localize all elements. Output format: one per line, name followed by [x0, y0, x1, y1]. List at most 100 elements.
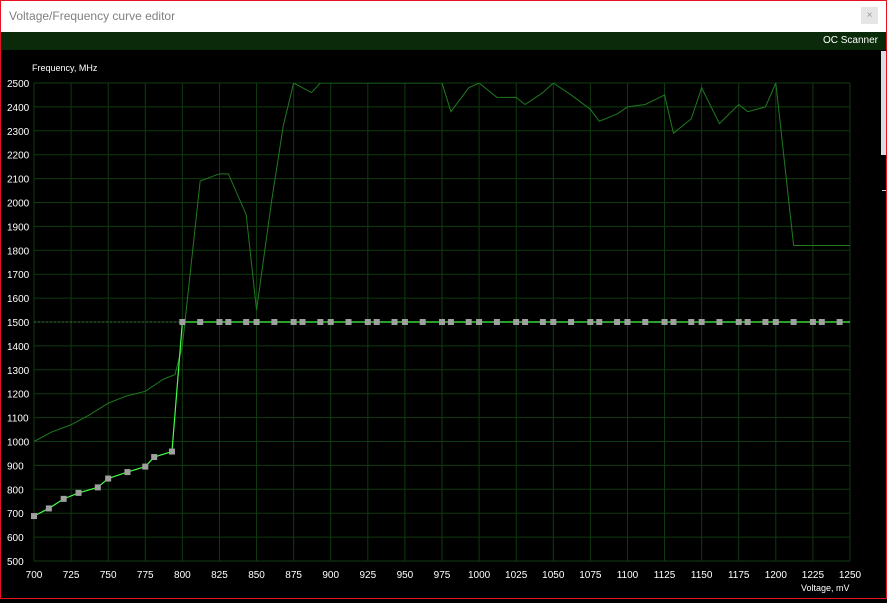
vf-curve-point[interactable] — [60, 495, 67, 502]
vf-curve-point[interactable] — [105, 475, 112, 482]
vf-curve-point[interactable] — [550, 319, 557, 325]
vf-curve-point[interactable] — [735, 319, 742, 325]
vf-curve-point[interactable] — [364, 319, 371, 325]
toolbar: OC Scanner — [1, 32, 886, 50]
x-tick-label: 775 — [137, 570, 154, 581]
vf-curve-point[interactable] — [809, 319, 816, 325]
vf-curve-point[interactable] — [299, 319, 306, 325]
vf-curve-point[interactable] — [327, 319, 334, 325]
vf-curve-point[interactable] — [670, 319, 677, 325]
vf-curve-point[interactable] — [345, 319, 352, 325]
vf-curve-point[interactable] — [197, 319, 204, 325]
vf-curve-point[interactable] — [31, 513, 37, 520]
vf-curve-point[interactable] — [614, 319, 621, 325]
y-tick-label: 500 — [7, 557, 24, 568]
x-tick-label: 1200 — [765, 570, 788, 581]
vf-curve-point[interactable] — [179, 319, 186, 325]
vf-curve-point[interactable] — [216, 319, 223, 325]
vf-curve-point[interactable] — [661, 319, 668, 325]
window-title: Voltage/Frequency curve editor — [9, 9, 176, 23]
x-tick-label: 1050 — [542, 570, 565, 581]
y-tick-label: 1300 — [7, 366, 30, 377]
vf-curve-point[interactable] — [716, 319, 723, 325]
vf-curve-point[interactable] — [419, 319, 426, 325]
y-tick-label: 1800 — [7, 246, 30, 257]
vf-curve-point[interactable] — [168, 448, 175, 455]
vf-curve-point[interactable] — [568, 319, 575, 325]
vf-curve-point[interactable] — [688, 319, 695, 325]
vf-curve-point[interactable] — [447, 319, 454, 325]
vf-curve-point[interactable] — [539, 319, 546, 325]
x-tick-label: 700 — [26, 570, 43, 581]
x-axis-label: Voltage, mV — [801, 583, 850, 593]
vf-curve-point[interactable] — [790, 319, 797, 325]
vf-curve-point[interactable] — [391, 319, 398, 325]
vf-curve-point[interactable] — [75, 489, 82, 496]
x-tick-label: 750 — [100, 570, 117, 581]
y-tick-label: 2100 — [7, 175, 30, 186]
close-button[interactable]: × — [861, 7, 878, 24]
vf-curve-point[interactable] — [142, 463, 149, 470]
x-tick-label: 1250 — [839, 570, 862, 581]
vf-curve-point[interactable] — [253, 319, 260, 325]
y-tick-label: 1700 — [7, 270, 30, 281]
y-tick-label: 800 — [7, 485, 24, 496]
vf-curve-point[interactable] — [698, 319, 705, 325]
vf-curve-point[interactable] — [290, 319, 297, 325]
x-tick-label: 1175 — [728, 570, 750, 581]
y-tick-label: 1400 — [7, 342, 30, 353]
y-tick-label: 1600 — [7, 294, 30, 305]
vf-curve-point[interactable] — [439, 319, 445, 325]
vf-curve-point[interactable] — [373, 319, 380, 325]
scrollbar-marker — [882, 190, 886, 191]
vf-curve-point[interactable] — [744, 319, 751, 325]
x-tick-label: 725 — [63, 570, 80, 581]
vf-curve-point[interactable] — [587, 319, 594, 325]
curve-editor-window: Voltage/Frequency curve editor × OC Scan… — [0, 0, 887, 599]
vf-curve-point[interactable] — [225, 319, 232, 325]
y-tick-label: 600 — [7, 533, 24, 544]
y-tick-label: 2400 — [7, 103, 30, 114]
vf-curve-point[interactable] — [401, 319, 408, 325]
y-tick-label: 1900 — [7, 222, 30, 233]
vf-curve-point[interactable] — [271, 319, 278, 325]
vf-curve-point[interactable] — [243, 319, 250, 325]
vf-curve-chart[interactable]: 700 725 750 775 800 825 850 875 900 925 950 975 1000… — [1, 50, 886, 598]
vf-curve-point[interactable] — [818, 319, 825, 325]
vf-curve-point[interactable] — [772, 319, 779, 325]
vf-curve-point[interactable] — [317, 319, 324, 325]
vf-curve-point[interactable] — [596, 319, 603, 325]
vf-curve-point[interactable] — [124, 469, 131, 476]
x-tick-label: 850 — [248, 570, 265, 581]
vf-curve-point[interactable] — [624, 319, 631, 325]
vf-curve-point[interactable] — [522, 319, 529, 325]
x-tick-label: 1225 — [802, 570, 825, 581]
vf-curve-point[interactable] — [513, 319, 520, 325]
vertical-scrollbar[interactable] — [881, 51, 886, 155]
vf-curve-point[interactable] — [476, 319, 483, 325]
y-tick-label: 2200 — [7, 151, 30, 162]
vf-curve-point[interactable] — [762, 319, 769, 325]
x-tick-label: 975 — [434, 570, 451, 581]
vf-curve-point[interactable] — [465, 319, 472, 325]
y-axis-label: Frequency, MHz — [32, 63, 98, 73]
y-tick-label: 2000 — [7, 199, 30, 210]
y-tick-label: 1200 — [7, 390, 30, 401]
vf-curve-point[interactable] — [151, 454, 158, 461]
x-tick-label: 875 — [285, 570, 302, 581]
vf-curve-point[interactable] — [836, 319, 843, 325]
x-tick-label: 925 — [359, 570, 376, 581]
vf-curve-point[interactable] — [493, 319, 500, 325]
x-tick-label: 1075 — [579, 570, 602, 581]
y-tick-label: 1000 — [7, 438, 30, 449]
x-tick-label: 800 — [174, 570, 191, 581]
y-tick-label: 1100 — [7, 414, 29, 425]
vf-curve-point[interactable] — [45, 505, 52, 512]
oc-scanner-button[interactable]: OC Scanner — [823, 35, 878, 46]
title-bar[interactable]: Voltage/Frequency curve editor × — [1, 1, 886, 32]
x-tick-label: 1125 — [654, 570, 676, 581]
vf-curve-point[interactable] — [642, 319, 649, 325]
x-tick-label: 1025 — [505, 570, 528, 581]
vf-curve-point[interactable] — [94, 484, 101, 491]
vf-curve-plot[interactable]: 700 725 750 775 800 825 850 875 900 925 950 975 1000… — [1, 50, 886, 598]
